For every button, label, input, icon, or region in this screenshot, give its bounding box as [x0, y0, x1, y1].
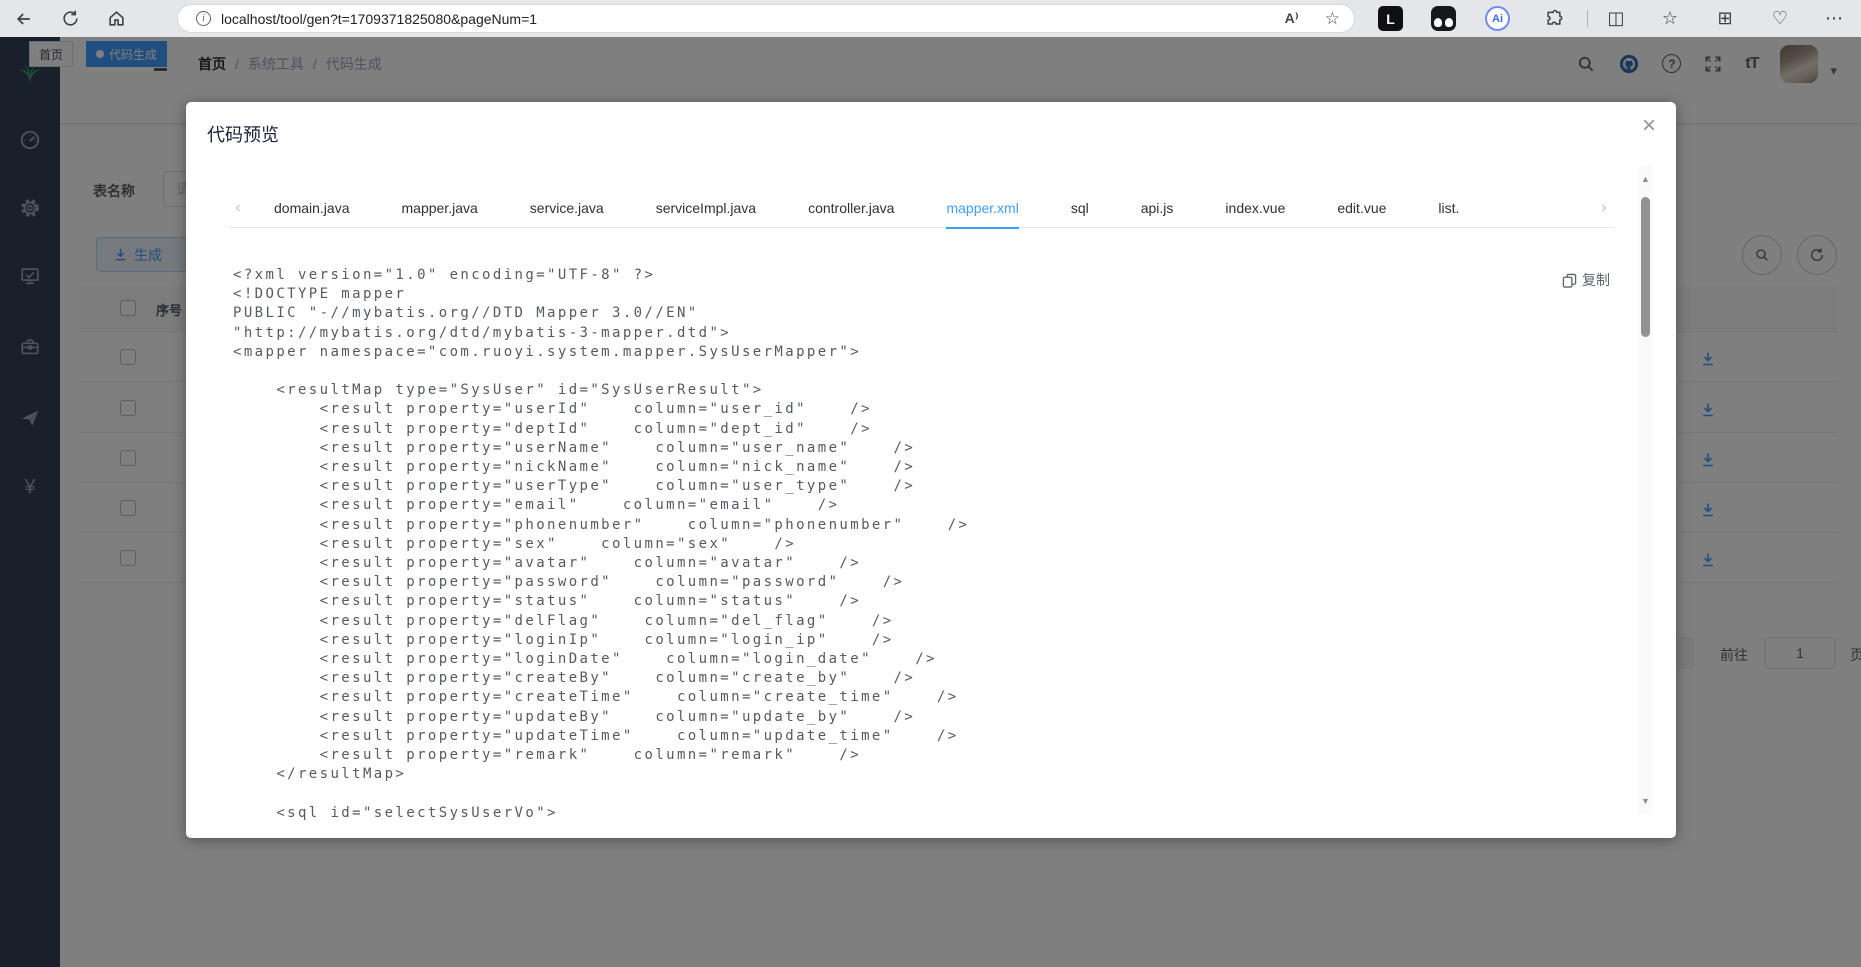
browser-menu-icon[interactable]: ⋯: [1816, 0, 1852, 37]
tab-controller-java[interactable]: controller.java: [782, 188, 920, 228]
tab-mapper-xml[interactable]: mapper.xml: [920, 188, 1044, 229]
favorites-bar-icon[interactable]: ☆: [1652, 0, 1688, 37]
browser-home-icon[interactable]: [98, 0, 134, 37]
browser-essentials-icon[interactable]: ♡: [1762, 0, 1798, 37]
tabs-next-icon[interactable]: ›: [1594, 199, 1614, 217]
scroll-down-icon[interactable]: ▼: [1638, 796, 1653, 806]
site-info-icon[interactable]: i: [196, 11, 211, 26]
browser-toolbar: i localhost/tool/gen?t=1709371825080&pag…: [0, 0, 1861, 37]
tab-edit-vue[interactable]: edit.vue: [1311, 188, 1412, 228]
tab-sql[interactable]: sql: [1045, 188, 1115, 228]
tab-service-java[interactable]: service.java: [504, 188, 630, 228]
code-preview-dialog: 代码预览 × ‹ domain.java mapper.java service…: [186, 102, 1676, 838]
code-scrollbar[interactable]: ▲ ▼: [1638, 166, 1653, 814]
browser-back-icon[interactable]: [6, 0, 42, 37]
tab-domain-java[interactable]: domain.java: [248, 188, 376, 228]
read-aloud-icon[interactable]: A⁾: [1285, 10, 1299, 27]
code-tabs: ‹ domain.java mapper.java service.java s…: [228, 188, 1614, 229]
copy-button-label: 复制: [1582, 272, 1610, 288]
close-icon[interactable]: ×: [1642, 114, 1656, 138]
tab-list-vue[interactable]: list.: [1412, 188, 1485, 228]
extension-dark-icon[interactable]: [1431, 6, 1456, 31]
address-bar[interactable]: i localhost/tool/gen?t=1709371825080&pag…: [178, 5, 1354, 32]
extension-l-icon[interactable]: L: [1378, 6, 1403, 31]
browser-refresh-icon[interactable]: [52, 0, 88, 37]
split-screen-icon[interactable]: ◫: [1598, 0, 1634, 37]
url-text[interactable]: localhost/tool/gen?t=1709371825080&pageN…: [221, 11, 537, 27]
tabs-prev-icon[interactable]: ‹: [228, 199, 248, 217]
extensions-puzzle-icon[interactable]: [1534, 0, 1574, 37]
tab-index-vue[interactable]: index.vue: [1199, 188, 1311, 228]
tab-serviceimpl-java[interactable]: serviceImpl.java: [630, 188, 782, 228]
tab-api-js[interactable]: api.js: [1115, 188, 1200, 228]
code-content[interactable]: <?xml version="1.0" encoding="UTF-8" ?> …: [233, 266, 1586, 823]
dialog-title: 代码预览: [207, 125, 279, 145]
favorite-star-icon[interactable]: ☆: [1325, 9, 1340, 29]
toolbar-divider: [1587, 10, 1588, 27]
screen: i localhost/tool/gen?t=1709371825080&pag…: [0, 0, 1861, 967]
extension-ai-icon[interactable]: Ai: [1485, 6, 1510, 31]
scrollbar-thumb[interactable]: [1641, 197, 1650, 337]
tab-mapper-java[interactable]: mapper.java: [376, 188, 504, 228]
scroll-up-icon[interactable]: ▲: [1638, 174, 1653, 184]
collections-icon[interactable]: ⊞: [1707, 0, 1743, 37]
